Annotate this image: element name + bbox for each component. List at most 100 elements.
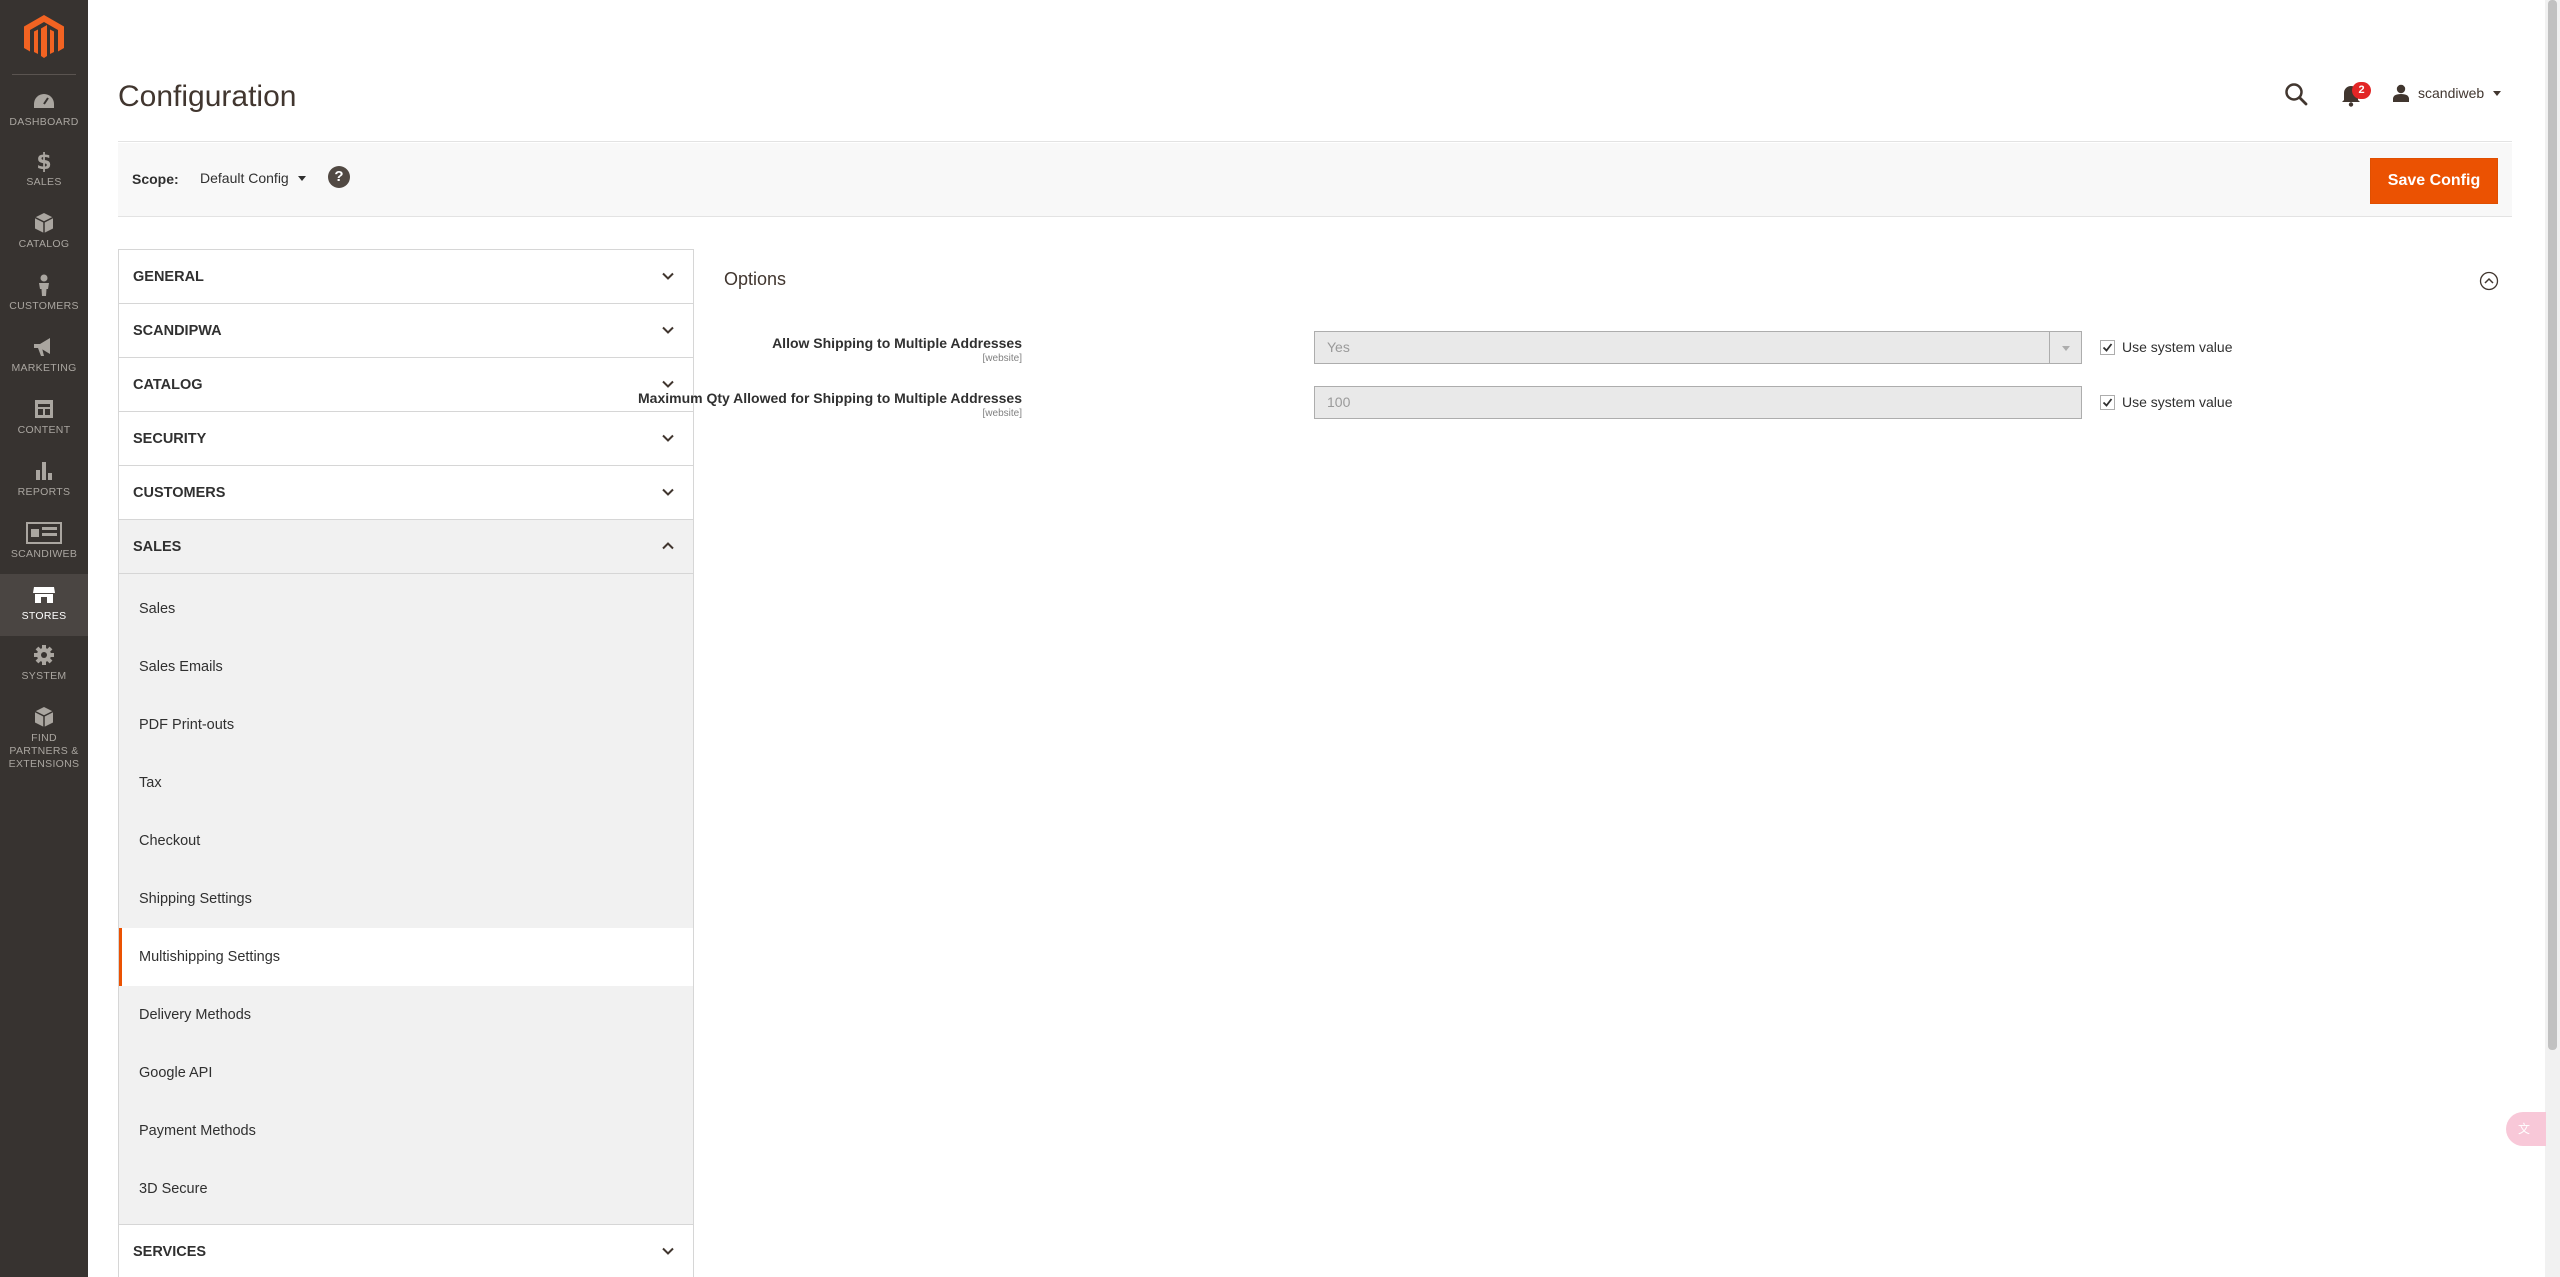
- checkbox-label: Use system value: [2122, 339, 2233, 355]
- menu-item-label: MARKETING: [11, 362, 77, 374]
- field-label: Allow Shipping to Multiple Addresses: [772, 335, 1022, 351]
- save-config-button[interactable]: Save Config: [2370, 158, 2498, 204]
- tab-security[interactable]: SECURITY: [119, 412, 693, 466]
- magento-logo-icon[interactable]: [24, 15, 64, 59]
- sub-item-multishipping-settings[interactable]: Multishipping Settings: [119, 928, 693, 986]
- checkbox[interactable]: [2100, 394, 2115, 410]
- scope-bar: Scope: Default Config ? Save Config: [118, 143, 2512, 217]
- translate-icon: 文: [2518, 1121, 2530, 1136]
- menu-item-label: CATALOG: [18, 238, 70, 250]
- sub-item-tax[interactable]: Tax: [119, 754, 693, 812]
- menu-item-dashboard[interactable]: DASHBOARD: [0, 88, 88, 150]
- user-name: scandiweb: [2418, 85, 2485, 101]
- scope-switcher[interactable]: Default Config: [200, 170, 307, 186]
- select-value: Yes: [1327, 339, 1350, 355]
- menu-item-label: CUSTOMERS: [9, 300, 79, 312]
- caret-down-icon: [297, 176, 306, 181]
- field-allow-multiple-addresses: Allow Shipping to Multiple Addresses [we…: [724, 331, 2512, 371]
- sales-sub-list: Sales Sales Emails PDF Print-outs Tax Ch…: [119, 574, 693, 1225]
- svg-text:$: $: [36, 150, 51, 172]
- tab-catalog[interactable]: CATALOG: [119, 358, 693, 412]
- sub-item-3d-secure[interactable]: 3D Secure: [119, 1160, 693, 1218]
- menu-item-system[interactable]: SYSTEM: [0, 644, 88, 706]
- field-max-qty: Maximum Qty Allowed for Shipping to Mult…: [638, 386, 2512, 426]
- scope-label: Scope:: [132, 171, 179, 187]
- user-icon: [2393, 84, 2409, 102]
- menu-item-label: CONTENT: [17, 424, 71, 436]
- config-tabs: GENERAL SCANDIPWA CATALOG SECURITY CUSTO…: [118, 249, 694, 1277]
- collapse-circle-icon[interactable]: [2479, 271, 2499, 291]
- tab-general[interactable]: GENERAL: [119, 250, 693, 304]
- admin-menu: DASHBOARD $ SALES CATALOG CUSTOMERS MARK…: [0, 0, 88, 1277]
- sub-item-pdf-print-outs[interactable]: PDF Print-outs: [119, 696, 693, 754]
- menu-item-label: SYSTEM: [21, 670, 67, 682]
- tab-label: SCANDIPWA: [133, 323, 222, 339]
- checkbox[interactable]: [2100, 339, 2115, 355]
- menu-item-reports[interactable]: REPORTS: [0, 460, 88, 522]
- tab-label: SERVICES: [133, 1244, 207, 1260]
- tab-label: CATALOG: [133, 377, 203, 393]
- allow-multiple-addresses-select[interactable]: Yes: [1314, 331, 2082, 364]
- sub-item-sales[interactable]: Sales: [119, 580, 693, 638]
- tab-services[interactable]: SERVICES: [119, 1225, 693, 1277]
- sub-item-shipping-settings[interactable]: Shipping Settings: [119, 870, 693, 928]
- menu-item-label: FIND PARTNERS & EXTENSIONS: [8, 732, 80, 770]
- store-icon: [33, 587, 55, 603]
- menu-item-customers[interactable]: CUSTOMERS: [0, 274, 88, 336]
- tab-scandipwa[interactable]: SCANDIPWA: [119, 304, 693, 358]
- chevron-up-icon: [662, 542, 674, 550]
- sub-item-payment-methods[interactable]: Payment Methods: [119, 1102, 693, 1160]
- dollar-icon: $: [36, 150, 51, 172]
- menu-item-find-partners[interactable]: FIND PARTNERS & EXTENSIONS: [0, 706, 88, 778]
- gear-icon: [34, 645, 54, 665]
- tab-label: SALES: [133, 539, 182, 555]
- sub-item-google-api[interactable]: Google API: [119, 1044, 693, 1102]
- caret-down-icon: [2061, 345, 2070, 351]
- tab-label: GENERAL: [133, 269, 204, 285]
- page-title: Configuration: [118, 80, 297, 113]
- dashboard-icon: [34, 94, 54, 108]
- checkbox-label: Use system value: [2122, 394, 2233, 410]
- sub-item-delivery-methods[interactable]: Delivery Methods: [119, 986, 693, 1044]
- notification-badge[interactable]: 2: [2352, 82, 2371, 99]
- sub-item-sales-emails[interactable]: Sales Emails: [119, 638, 693, 696]
- scope-value: Default Config: [200, 170, 289, 186]
- scope-help-icon[interactable]: ?: [328, 166, 350, 188]
- use-system-value-checkbox[interactable]: Use system value: [2100, 394, 2232, 410]
- box-icon: [34, 213, 54, 233]
- menu-item-label: SCANDIWEB: [10, 548, 78, 560]
- scrollbar-thumb[interactable]: [2548, 0, 2557, 1050]
- use-system-value-checkbox[interactable]: Use system value: [2100, 339, 2232, 355]
- cubes-icon: [34, 707, 54, 727]
- storefront-icon: [26, 522, 62, 544]
- sub-item-checkout[interactable]: Checkout: [119, 812, 693, 870]
- field-label: Maximum Qty Allowed for Shipping to Mult…: [638, 390, 1022, 406]
- bar-chart-icon: [36, 462, 52, 480]
- translate-widget-icon[interactable]: 文: [2506, 1112, 2546, 1146]
- search-icon[interactable]: [2284, 82, 2308, 106]
- chevron-down-icon: [662, 326, 674, 334]
- tab-customers[interactable]: CUSTOMERS: [119, 466, 693, 520]
- select-arrow: [2049, 332, 2081, 363]
- menu-item-catalog[interactable]: CATALOG: [0, 212, 88, 274]
- section-title[interactable]: Options: [724, 269, 786, 290]
- chevron-down-icon: [662, 272, 674, 280]
- field-scope: [website]: [982, 353, 1022, 364]
- menu-item-label: STORES: [21, 610, 67, 622]
- layout-icon: [35, 400, 53, 418]
- tab-sales[interactable]: SALES: [119, 520, 693, 574]
- menu-item-stores[interactable]: STORES: [0, 574, 88, 636]
- user-menu[interactable]: scandiweb: [2392, 82, 2502, 104]
- menu-item-sales[interactable]: $ SALES: [0, 150, 88, 212]
- megaphone-icon: [34, 338, 50, 356]
- menu-divider: [12, 74, 76, 75]
- chevron-down-icon: [662, 488, 674, 496]
- max-qty-input[interactable]: 100: [1314, 386, 2082, 419]
- check-icon: [2102, 342, 2113, 352]
- person-icon: [39, 274, 49, 296]
- check-icon: [2102, 397, 2113, 407]
- menu-item-content[interactable]: CONTENT: [0, 398, 88, 460]
- field-scope: [website]: [982, 408, 1022, 419]
- menu-item-marketing[interactable]: MARKETING: [0, 336, 88, 398]
- svg-text:文: 文: [2518, 1121, 2530, 1136]
